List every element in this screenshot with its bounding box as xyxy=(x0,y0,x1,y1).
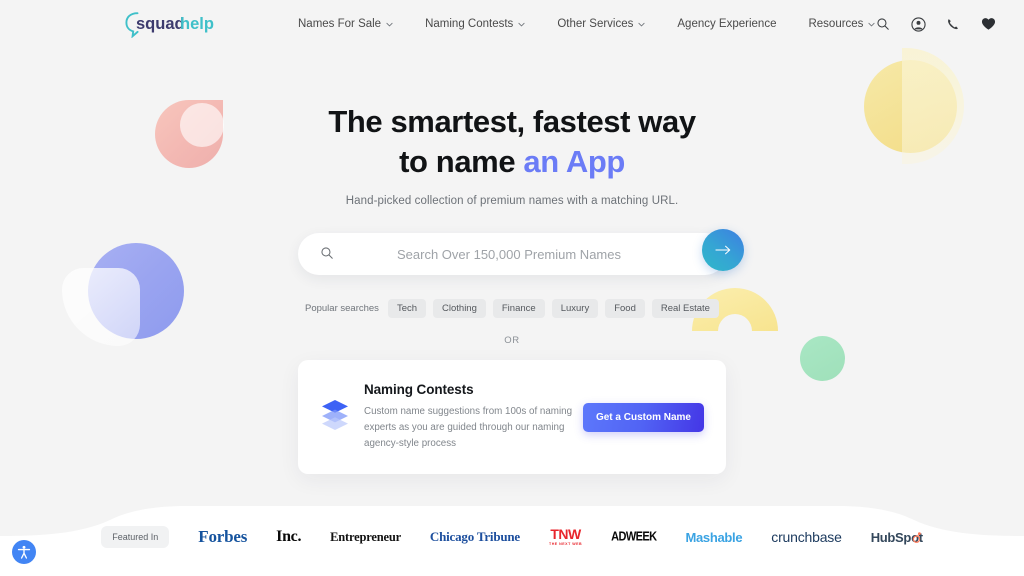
chevron-down-icon xyxy=(638,21,645,28)
headline-line-2-plain: to name xyxy=(399,143,524,179)
brand-inc[interactable]: Inc. xyxy=(276,528,301,546)
nav-label: Naming Contests xyxy=(425,18,514,30)
phone-icon[interactable] xyxy=(945,16,961,32)
page-root: squad help Names For Sale Naming Contest… xyxy=(0,0,1024,576)
featured-brands: Featured In Forbes Inc. Entrepreneur Chi… xyxy=(0,526,1024,548)
headline-line-1: The smartest, fastest way xyxy=(328,104,696,139)
main-navigation: Names For Sale Naming Contests Other Ser… xyxy=(298,18,875,30)
nav-label: Agency Experience xyxy=(677,18,777,30)
hero-section: The smartest, fastest way to name an App… xyxy=(0,48,1024,474)
chevron-down-icon xyxy=(518,21,525,28)
naming-contests-card: Naming Contests Custom name suggestions … xyxy=(298,360,726,474)
tag-real-estate[interactable]: Real Estate xyxy=(651,299,719,319)
search-icon[interactable] xyxy=(875,16,891,32)
site-header: squad help Names For Sale Naming Contest… xyxy=(0,0,1024,48)
chevron-down-icon xyxy=(868,21,875,28)
hubspot-sprocket-icon xyxy=(912,531,921,546)
or-divider: OR xyxy=(504,335,520,347)
card-description: Custom name suggestions from 100s of nam… xyxy=(364,406,573,450)
featured-in-strip: Featured In Forbes Inc. Entrepreneur Chi… xyxy=(0,492,1024,576)
naming-contests-body: Naming Contests Custom name suggestions … xyxy=(364,382,573,452)
brand-crunchbase[interactable]: crunchbase xyxy=(771,529,842,545)
popular-searches-label: Popular searches xyxy=(305,303,379,315)
popular-searches: Popular searches Tech Clothing Finance L… xyxy=(0,299,1024,319)
brand-tnw-wordmark: TNW xyxy=(550,526,581,543)
tag-clothing[interactable]: Clothing xyxy=(433,299,486,319)
nav-item-resources[interactable]: Resources xyxy=(808,18,875,30)
nav-label: Other Services xyxy=(557,18,634,30)
tag-tech[interactable]: Tech xyxy=(387,299,427,319)
nav-item-naming-contests[interactable]: Naming Contests xyxy=(425,18,525,30)
card-title: Naming Contests xyxy=(364,382,474,398)
nav-label: Names For Sale xyxy=(298,18,382,30)
get-custom-name-button[interactable]: Get a Custom Name xyxy=(582,402,704,432)
nav-item-other-services[interactable]: Other Services xyxy=(557,18,645,30)
svg-text:help: help xyxy=(180,15,214,33)
headline-accent: an App xyxy=(523,143,625,179)
layers-icon xyxy=(318,396,352,431)
header-actions xyxy=(875,16,996,32)
nav-item-names-for-sale[interactable]: Names For Sale xyxy=(298,18,393,30)
featured-in-label: Featured In xyxy=(101,526,170,548)
brand-entrepreneur[interactable]: Entrepreneur xyxy=(330,530,401,545)
search-submit-button[interactable] xyxy=(702,229,744,272)
brand-chicago-tribune[interactable]: Chicago Tribune xyxy=(430,529,520,545)
page-title: The smartest, fastest way to name an App xyxy=(0,102,1024,181)
brand-mashable[interactable]: Mashable xyxy=(685,530,742,545)
nav-label: Resources xyxy=(808,18,864,30)
accessibility-icon xyxy=(16,544,32,560)
account-icon[interactable] xyxy=(910,16,926,32)
nav-item-agency-experience[interactable]: Agency Experience xyxy=(677,18,776,30)
search-bar[interactable] xyxy=(298,233,726,276)
svg-text:squad: squad xyxy=(136,15,185,33)
logo[interactable]: squad help xyxy=(124,10,220,38)
chevron-down-icon xyxy=(386,21,393,28)
tag-luxury[interactable]: Luxury xyxy=(551,299,599,319)
brand-adweek[interactable]: ADWEEK xyxy=(611,530,657,544)
arrow-right-icon xyxy=(714,244,732,256)
search-icon xyxy=(320,246,336,262)
accessibility-widget-button[interactable] xyxy=(12,540,36,564)
heart-icon[interactable] xyxy=(980,16,996,32)
brand-hubspot[interactable]: HubSpot xyxy=(871,530,923,545)
brand-tnw[interactable]: TNW THE NEXT WEB xyxy=(549,527,582,547)
search-input[interactable] xyxy=(336,246,726,262)
tag-food[interactable]: Food xyxy=(605,299,645,319)
hero-subtitle: Hand-picked collection of premium names … xyxy=(345,195,679,208)
brand-forbes[interactable]: Forbes xyxy=(198,527,247,547)
brand-tnw-tagline: THE NEXT WEB xyxy=(549,542,583,547)
search-container xyxy=(298,229,744,276)
tag-finance[interactable]: Finance xyxy=(492,299,545,319)
